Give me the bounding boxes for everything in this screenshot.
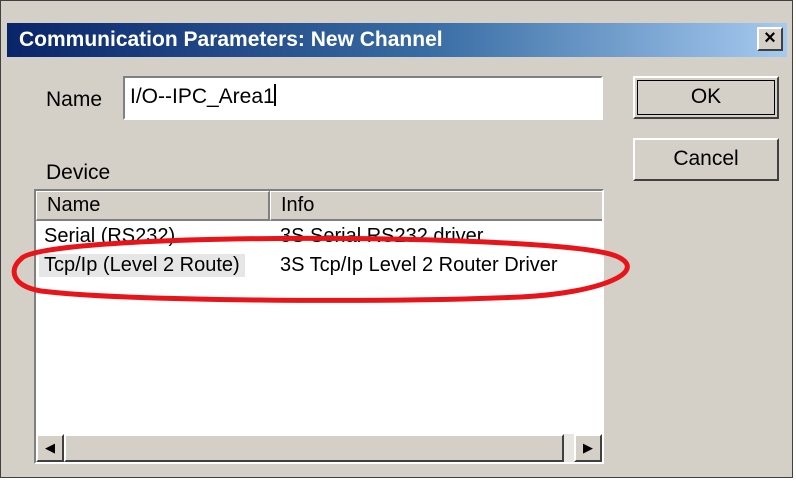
device-list[interactable]: Name Info Serial (RS232) 3S Serial RS232… bbox=[34, 189, 604, 464]
dialog-window: Communication Parameters: New Channel × … bbox=[0, 0, 793, 478]
list-header: Name Info bbox=[36, 191, 602, 221]
column-header-info[interactable]: Info bbox=[270, 191, 602, 221]
ok-button[interactable]: OK bbox=[633, 76, 779, 119]
list-item-selected[interactable]: Tcp/Ip (Level 2 Route) 3S Tcp/Ip Level 2… bbox=[36, 252, 602, 280]
device-name: Serial (RS232) bbox=[44, 225, 176, 247]
device-info: 3S Tcp/Ip Level 2 Router Driver bbox=[280, 254, 558, 276]
horizontal-scrollbar[interactable]: ◀ ▶ bbox=[36, 434, 602, 462]
scroll-left-button[interactable]: ◀ bbox=[36, 434, 64, 462]
name-input-value: I/O--IPC_Area1 bbox=[130, 85, 275, 108]
scroll-thumb[interactable] bbox=[64, 434, 564, 462]
name-input[interactable]: I/O--IPC_Area1 bbox=[123, 76, 603, 120]
title-bar[interactable]: Communication Parameters: New Channel × bbox=[7, 23, 787, 57]
device-info: 3S Serial RS232 driver bbox=[280, 225, 484, 247]
device-label: Device bbox=[46, 161, 111, 184]
device-name: Tcp/Ip (Level 2 Route) bbox=[39, 254, 245, 277]
list-item[interactable]: Serial (RS232) 3S Serial RS232 driver bbox=[36, 223, 602, 251]
window-title: Communication Parameters: New Channel bbox=[19, 28, 443, 51]
scroll-right-button[interactable]: ▶ bbox=[574, 434, 602, 462]
cancel-button[interactable]: Cancel bbox=[633, 138, 779, 181]
name-label: Name bbox=[46, 88, 103, 111]
close-button[interactable]: × bbox=[757, 27, 783, 51]
column-header-name[interactable]: Name bbox=[36, 191, 270, 221]
text-cursor bbox=[273, 84, 276, 106]
